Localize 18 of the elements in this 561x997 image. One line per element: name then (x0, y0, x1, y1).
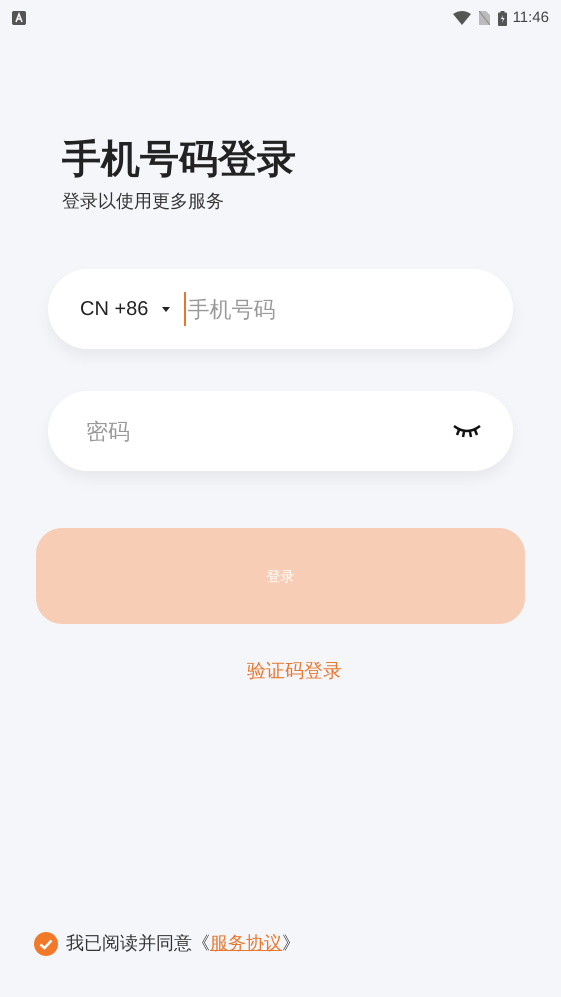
phone-input[interactable]: 手机号码 (187, 292, 489, 326)
page-subtitle: 登录以使用更多服务 (62, 190, 225, 213)
country-code-selector[interactable]: CN +86 (80, 294, 148, 324)
password-input[interactable]: 密码 (86, 414, 453, 448)
service-agreement-link[interactable]: 服务协议 (210, 933, 282, 953)
status-time: 11:46 (512, 8, 549, 28)
no-sim-icon (478, 11, 490, 25)
eye-closed-icon[interactable] (453, 424, 481, 438)
sms-login-link[interactable]: 验证码登录 (247, 658, 342, 686)
password-field[interactable]: 密码 (48, 391, 513, 471)
agreement-text: 我已阅读并同意《服务协议》 (66, 932, 300, 955)
notification-icon (12, 11, 26, 25)
checkbox[interactable] (34, 932, 58, 956)
page-title: 手机号码登录 (62, 137, 297, 183)
caret-icon (162, 306, 170, 312)
phone-field[interactable]: CN +86 手机号码 (48, 269, 513, 349)
wifi-icon (452, 11, 471, 25)
battery-icon (498, 10, 507, 26)
